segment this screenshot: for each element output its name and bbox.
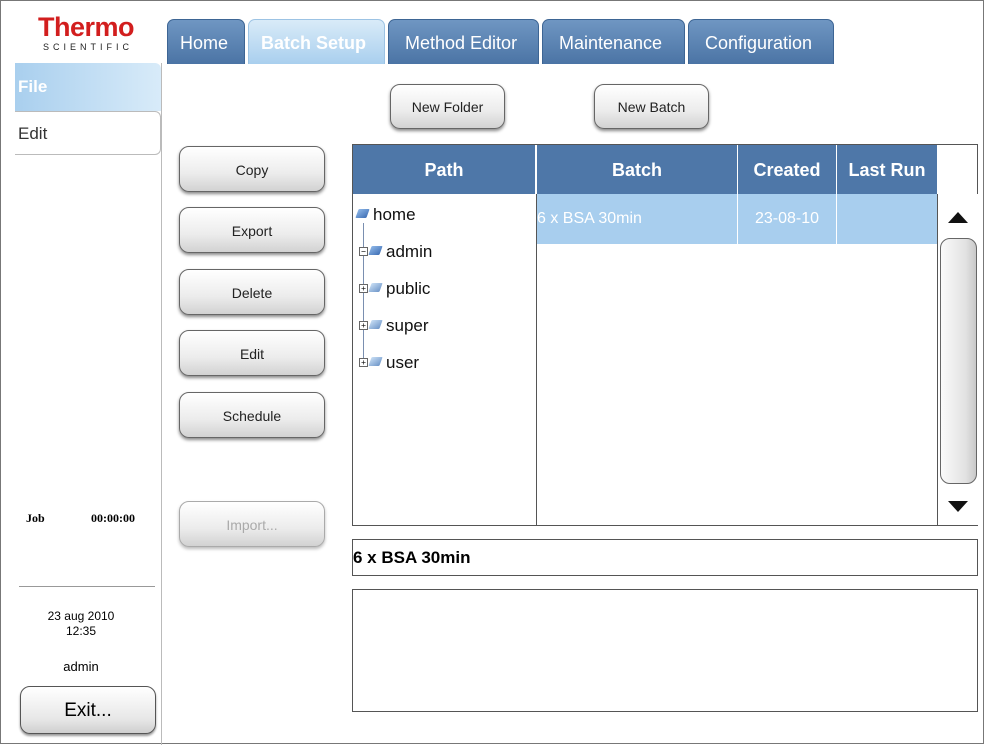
tree-label: user [386, 353, 420, 372]
table-row-created[interactable]: 23-08-10 [738, 194, 837, 244]
batch-table: Path Batch Created Last Run home − admin … [352, 144, 978, 526]
table-row-last-run[interactable] [837, 194, 937, 244]
delete-button[interactable]: Delete [179, 269, 325, 315]
copy-button[interactable]: Copy [179, 146, 325, 192]
edit-button[interactable]: Edit [179, 330, 325, 376]
tree-label: super [386, 316, 429, 335]
tree-node-admin[interactable]: − admin [359, 242, 432, 262]
schedule-button[interactable]: Schedule [179, 392, 325, 438]
menu-file[interactable]: File [15, 63, 161, 111]
scroll-thumb[interactable] [940, 238, 977, 484]
tab-configuration[interactable]: Configuration [688, 19, 834, 64]
folder-icon [355, 209, 370, 218]
folder-icon [368, 320, 383, 329]
column-header-created[interactable]: Created [738, 145, 837, 194]
column-header-last-run[interactable]: Last Run [837, 145, 937, 194]
folder-icon [368, 246, 383, 255]
main-tabs: Home Batch Setup Method Editor Maintenan… [167, 19, 837, 64]
tree-node-home[interactable]: home [355, 205, 416, 225]
selected-batch-field[interactable]: 6 x BSA 30min [352, 539, 978, 576]
tab-batch-setup[interactable]: Batch Setup [248, 19, 385, 64]
folder-icon [368, 283, 383, 292]
logo-main-text: Thermo [37, 12, 135, 42]
tab-method-editor[interactable]: Method Editor [388, 19, 539, 64]
logo-sub-text: SCIENTIFIC [42, 42, 133, 52]
tree-label: public [386, 279, 431, 298]
tree-node-super[interactable]: + super [359, 316, 429, 336]
job-timer: 00:00:00 [91, 511, 135, 525]
export-button[interactable]: Export [179, 207, 325, 253]
collapse-icon[interactable]: − [359, 247, 368, 256]
sidebar-divider [19, 586, 155, 587]
expand-icon[interactable]: + [359, 284, 368, 293]
folder-icon [368, 357, 383, 366]
column-header-path[interactable]: Path [353, 145, 536, 194]
tree-label: home [373, 205, 416, 224]
menu-edit[interactable]: Edit [15, 111, 161, 155]
table-row-batch[interactable]: 6 x BSA 30min [537, 194, 738, 244]
sidebar-border [161, 63, 162, 745]
expand-icon[interactable]: + [359, 321, 368, 330]
column-header-batch[interactable]: Batch [537, 145, 738, 194]
date-time: 23 aug 2010 12:35 [15, 609, 147, 639]
table-scrollbar[interactable] [937, 194, 978, 525]
left-sidebar: File Edit Job 00:00:00 23 aug 2010 12:35… [15, 63, 161, 745]
tab-home[interactable]: Home [167, 19, 245, 64]
tab-maintenance[interactable]: Maintenance [542, 19, 685, 64]
new-batch-button[interactable]: New Batch [594, 84, 709, 129]
job-label: Job [26, 511, 45, 525]
import-button[interactable]: Import... [179, 501, 325, 547]
current-user: admin [63, 659, 99, 674]
scroll-down-icon[interactable] [948, 501, 968, 512]
tree-label: admin [386, 242, 433, 261]
thermo-scientific-logo: Thermo SCIENTIFIC [15, 13, 157, 63]
time-text: 12:35 [65, 624, 97, 638]
scroll-up-icon[interactable] [948, 212, 968, 223]
batch-notes-area[interactable] [352, 589, 978, 712]
app-window: Thermo SCIENTIFIC Home Batch Setup Metho… [0, 0, 984, 745]
date-text: 23 aug 2010 [47, 609, 115, 623]
tree-node-user[interactable]: + user [359, 353, 419, 373]
new-folder-button[interactable]: New Folder [390, 84, 505, 129]
exit-button[interactable]: Exit... [20, 686, 156, 734]
tree-node-public[interactable]: + public [359, 279, 430, 299]
expand-icon[interactable]: + [359, 358, 368, 367]
